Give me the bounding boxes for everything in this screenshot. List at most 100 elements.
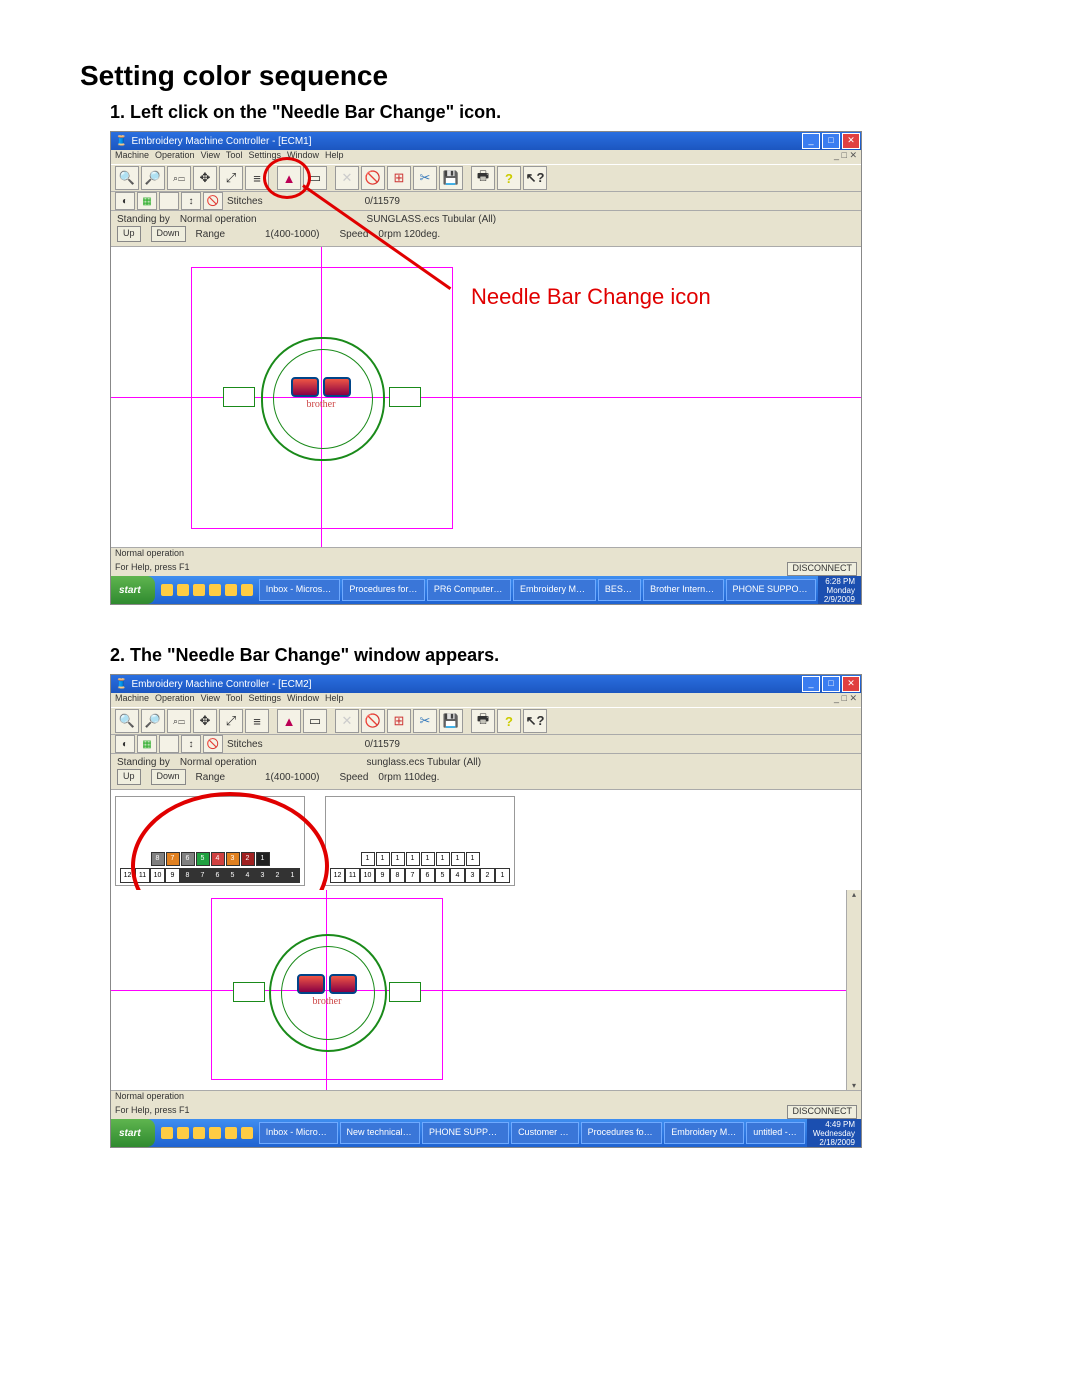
fit2-icon[interactable]: ⤢ bbox=[219, 166, 243, 190]
scissors-icon[interactable]: ✂ bbox=[413, 166, 437, 190]
zoom-out-icon[interactable]: 🔎 bbox=[141, 166, 165, 190]
fit-icon[interactable]: ✥ bbox=[193, 709, 217, 733]
minimize-button[interactable]: _ bbox=[802, 133, 820, 149]
tool-a-icon[interactable]: ◐ bbox=[115, 192, 135, 210]
needle-cell[interactable]: 10 bbox=[360, 868, 375, 883]
tool-c-icon[interactable] bbox=[159, 192, 179, 210]
menu-help[interactable]: Help bbox=[325, 150, 344, 164]
down-button[interactable]: Down bbox=[151, 226, 186, 242]
start-button[interactable]: start bbox=[111, 1119, 155, 1147]
close-button[interactable]: ✕ bbox=[842, 676, 860, 692]
help-icon[interactable]: ? bbox=[497, 166, 521, 190]
maximize-button[interactable]: □ bbox=[822, 133, 840, 149]
color-swatch[interactable]: 1 bbox=[376, 852, 390, 866]
menu-operation[interactable]: Operation bbox=[155, 693, 195, 707]
needle-cell[interactable]: 11 bbox=[345, 868, 360, 883]
whats-this-icon[interactable]: ↖? bbox=[523, 709, 547, 733]
menu-tool[interactable]: Tool bbox=[226, 693, 243, 707]
menu-help[interactable]: Help bbox=[325, 693, 344, 707]
color-swatch[interactable]: 1 bbox=[406, 852, 420, 866]
tool-b-icon[interactable]: ▦ bbox=[137, 735, 157, 753]
up-button[interactable]: Up bbox=[117, 226, 141, 242]
grid-icon[interactable]: ≡ bbox=[245, 709, 269, 733]
color-swatch[interactable]: 1 bbox=[391, 852, 405, 866]
down-button[interactable]: Down bbox=[151, 769, 186, 785]
mdi-controls[interactable]: _ □ ✕ bbox=[834, 150, 861, 164]
zoom-area-icon[interactable]: ⌕▭ bbox=[167, 709, 191, 733]
task-item[interactable]: Procedures for sew... bbox=[342, 579, 425, 601]
needle-cell[interactable]: 2 bbox=[480, 868, 495, 883]
zoom-in-icon[interactable]: 🔍 bbox=[115, 166, 139, 190]
menu-operation[interactable]: Operation bbox=[155, 150, 195, 164]
tool-d-icon[interactable]: ↕ bbox=[181, 735, 201, 753]
print-icon[interactable]: 🖶 bbox=[471, 709, 495, 733]
menu-machine[interactable]: Machine bbox=[115, 693, 149, 707]
task-item[interactable]: PHONE SUPPORT R... bbox=[726, 579, 816, 601]
whats-this-icon[interactable]: ↖? bbox=[523, 166, 547, 190]
color-swatch[interactable]: 1 bbox=[436, 852, 450, 866]
task-item[interactable]: PR6 Computer Que... bbox=[427, 579, 511, 601]
zoom-area-icon[interactable]: ⌕▭ bbox=[167, 166, 191, 190]
save-icon[interactable]: 💾 bbox=[439, 166, 463, 190]
system-tray[interactable]: 4:49 PM Wednesday 2/18/2009 bbox=[807, 1119, 861, 1147]
delete-icon[interactable]: ✕ bbox=[335, 709, 359, 733]
menu-machine[interactable]: Machine bbox=[115, 150, 149, 164]
mdi-controls[interactable]: _ □ ✕ bbox=[834, 693, 861, 707]
zoom-out-icon[interactable]: 🔎 bbox=[141, 709, 165, 733]
boxes-icon[interactable]: ⊞ bbox=[387, 709, 411, 733]
menu-view[interactable]: View bbox=[201, 150, 220, 164]
menu-view[interactable]: View bbox=[201, 693, 220, 707]
disconnect-button[interactable]: DISCONNECT bbox=[787, 562, 857, 576]
print-icon[interactable]: 🖶 bbox=[471, 166, 495, 190]
minimize-button[interactable]: _ bbox=[802, 676, 820, 692]
save-icon[interactable]: 💾 bbox=[439, 709, 463, 733]
task-item[interactable]: New technical docu... bbox=[340, 1122, 420, 1144]
tool-b-icon[interactable]: ▦ bbox=[137, 192, 157, 210]
close-button[interactable]: ✕ bbox=[842, 133, 860, 149]
menu-settings[interactable]: Settings bbox=[248, 693, 281, 707]
stop-icon[interactable]: 🚫 bbox=[361, 166, 385, 190]
tool-c-icon[interactable] bbox=[159, 735, 179, 753]
vertical-scrollbar[interactable]: ▴▾ bbox=[846, 890, 861, 1090]
design-canvas[interactable]: brother bbox=[111, 890, 861, 1090]
task-item[interactable]: Procedures for sewi... bbox=[581, 1122, 663, 1144]
task-item[interactable]: Embroidery Machin... bbox=[664, 1122, 744, 1144]
needle-cell[interactable]: 5 bbox=[435, 868, 450, 883]
boxes-icon[interactable]: ⊞ bbox=[387, 166, 411, 190]
color-swatch[interactable]: 1 bbox=[451, 852, 465, 866]
task-item[interactable]: Brother Internation... bbox=[643, 579, 723, 601]
color-swatch[interactable]: 1 bbox=[421, 852, 435, 866]
start-button[interactable]: start bbox=[111, 576, 155, 604]
task-item[interactable]: untitled - Paint bbox=[746, 1122, 805, 1144]
task-item[interactable]: Customer Master bbox=[511, 1122, 579, 1144]
tool-e-icon[interactable]: 🚫 bbox=[203, 192, 223, 210]
fit-icon[interactable]: ✥ bbox=[193, 166, 217, 190]
needle-cell[interactable]: 8 bbox=[390, 868, 405, 883]
menu-window[interactable]: Window bbox=[287, 693, 319, 707]
task-item[interactable]: BES-960 bbox=[598, 579, 641, 601]
quick-launch[interactable] bbox=[155, 584, 259, 596]
needle-cell[interactable]: 3 bbox=[465, 868, 480, 883]
needle-cell[interactable]: 9 bbox=[375, 868, 390, 883]
task-item[interactable]: PHONE SUPPORT R... bbox=[422, 1122, 509, 1144]
help-icon[interactable]: ? bbox=[497, 709, 521, 733]
disconnect-button[interactable]: DISCONNECT bbox=[787, 1105, 857, 1119]
menu-tool[interactable]: Tool bbox=[226, 150, 243, 164]
task-item[interactable]: Inbox - Microsoft O... bbox=[259, 1122, 338, 1144]
stop-icon[interactable]: 🚫 bbox=[361, 709, 385, 733]
zoom-in-icon[interactable]: 🔍 bbox=[115, 709, 139, 733]
hoop-icon[interactable]: ▭ bbox=[303, 709, 327, 733]
task-item[interactable]: Embroidery Machin... bbox=[513, 579, 596, 601]
needle-cell[interactable]: 4 bbox=[450, 868, 465, 883]
fit2-icon[interactable]: ⤢ bbox=[219, 709, 243, 733]
needle-cell[interactable]: 6 bbox=[420, 868, 435, 883]
color-swatch[interactable]: 1 bbox=[361, 852, 375, 866]
task-item[interactable]: Inbox - Microsoft O... bbox=[259, 579, 341, 601]
needle-bar-change-icon[interactable]: ▲ bbox=[277, 709, 301, 733]
tool-d-icon[interactable]: ↕ bbox=[181, 192, 201, 210]
up-button[interactable]: Up bbox=[117, 769, 141, 785]
delete-icon[interactable]: ✕ bbox=[335, 166, 359, 190]
quick-launch[interactable] bbox=[155, 1127, 259, 1139]
needle-cell[interactable]: 7 bbox=[405, 868, 420, 883]
palette-right[interactable]: 11111111 121110987654321 bbox=[325, 796, 515, 886]
